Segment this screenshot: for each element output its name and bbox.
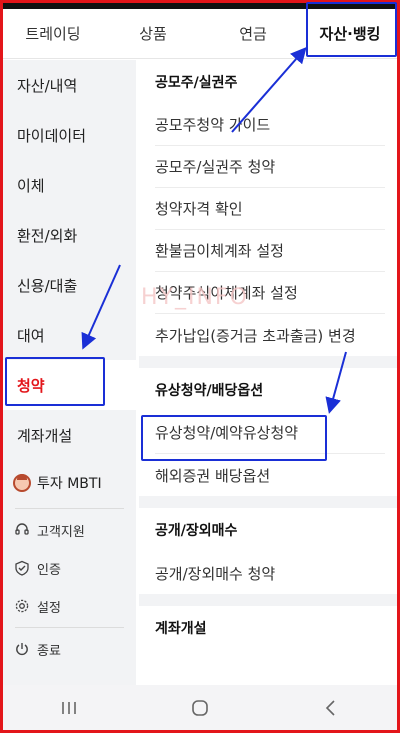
section-title-open-account: 계좌개설	[155, 621, 207, 637]
sidebar-item-assets[interactable]: 자산/내역	[3, 60, 136, 110]
watermark: HY_INFO	[141, 285, 249, 310]
sidebar-item-lending[interactable]: 대여	[3, 310, 136, 360]
section-open-account: 계좌개설	[139, 606, 397, 650]
gear-icon	[13, 597, 31, 615]
section-tender-offer: 공개/장외매수 공개/장외매수 청약	[139, 508, 397, 594]
menu-item-tender-subscription[interactable]: 공개/장외매수 청약	[155, 552, 385, 594]
sidebar-divider	[15, 627, 124, 628]
sidebar-item-auth[interactable]: 인증	[3, 549, 136, 587]
tab-products[interactable]: 상품	[103, 9, 203, 58]
exit-label: 종료	[37, 643, 61, 659]
section-gap	[139, 356, 397, 368]
tab-pension[interactable]: 연금	[203, 9, 303, 58]
menu-item-ipo-subscription[interactable]: 공모주/실권주 청약	[155, 146, 385, 188]
sidebar-item-exit[interactable]: 종료	[3, 630, 136, 668]
sidebar-item-exchange[interactable]: 환전/외화	[3, 210, 136, 260]
sidebar-item-settings[interactable]: 설정	[3, 587, 136, 625]
back-icon[interactable]	[311, 688, 351, 728]
shield-check-icon	[13, 559, 31, 577]
section-title-tender-offer: 공개/장외매수	[155, 523, 238, 539]
support-label: 고객지원	[37, 524, 85, 540]
menu-item-eligibility-check[interactable]: 청약자격 확인	[155, 188, 385, 230]
tab-trading[interactable]: 트레이딩	[3, 9, 103, 58]
mbti-avatar-icon	[13, 474, 31, 492]
sidebar-item-credit-loan[interactable]: 신용/대출	[3, 260, 136, 310]
mbti-label: 투자 MBTI	[37, 476, 102, 492]
menu-item-additional-payment[interactable]: 추가납입(증거금 초과출금) 변경	[155, 314, 385, 356]
power-icon	[13, 640, 31, 658]
menu-item-ipo-guide[interactable]: 공모주청약 가이드	[155, 104, 385, 146]
highlight-box-menu-item	[141, 415, 327, 461]
sidebar-item-support[interactable]: 고객지원	[3, 511, 136, 549]
sidebar-item-open-account[interactable]: 계좌개설	[3, 410, 136, 460]
highlight-box-tab	[306, 2, 397, 57]
sidebar-item-mbti[interactable]: 투자 MBTI	[3, 460, 136, 506]
section-title-rights-offering: 유상청약/배당옵션	[155, 383, 264, 399]
section-gap	[139, 496, 397, 508]
sidebar-item-transfer[interactable]: 이체	[3, 160, 136, 210]
auth-label: 인증	[37, 562, 61, 578]
section-ipo: 공모주/실권주 공모주청약 가이드 공모주/실권주 청약 청약자격 확인 환불금…	[139, 60, 397, 356]
settings-label: 설정	[37, 600, 61, 616]
sidebar-item-mydata[interactable]: 마이데이터	[3, 110, 136, 160]
sidebar-divider	[15, 508, 124, 509]
home-icon[interactable]	[180, 688, 220, 728]
system-nav-bar	[3, 685, 397, 730]
menu-item-refund-account[interactable]: 환불금이체계좌 설정	[155, 230, 385, 272]
highlight-box-sidebar	[5, 357, 105, 406]
section-gap	[139, 594, 397, 606]
headset-icon	[13, 521, 31, 539]
main-menu-panel: 공모주/실권주 공모주청약 가이드 공모주/실권주 청약 청약자격 확인 환불금…	[139, 60, 397, 685]
section-title-ipo: 공모주/실권주	[155, 75, 238, 91]
recent-apps-icon[interactable]	[49, 688, 89, 728]
